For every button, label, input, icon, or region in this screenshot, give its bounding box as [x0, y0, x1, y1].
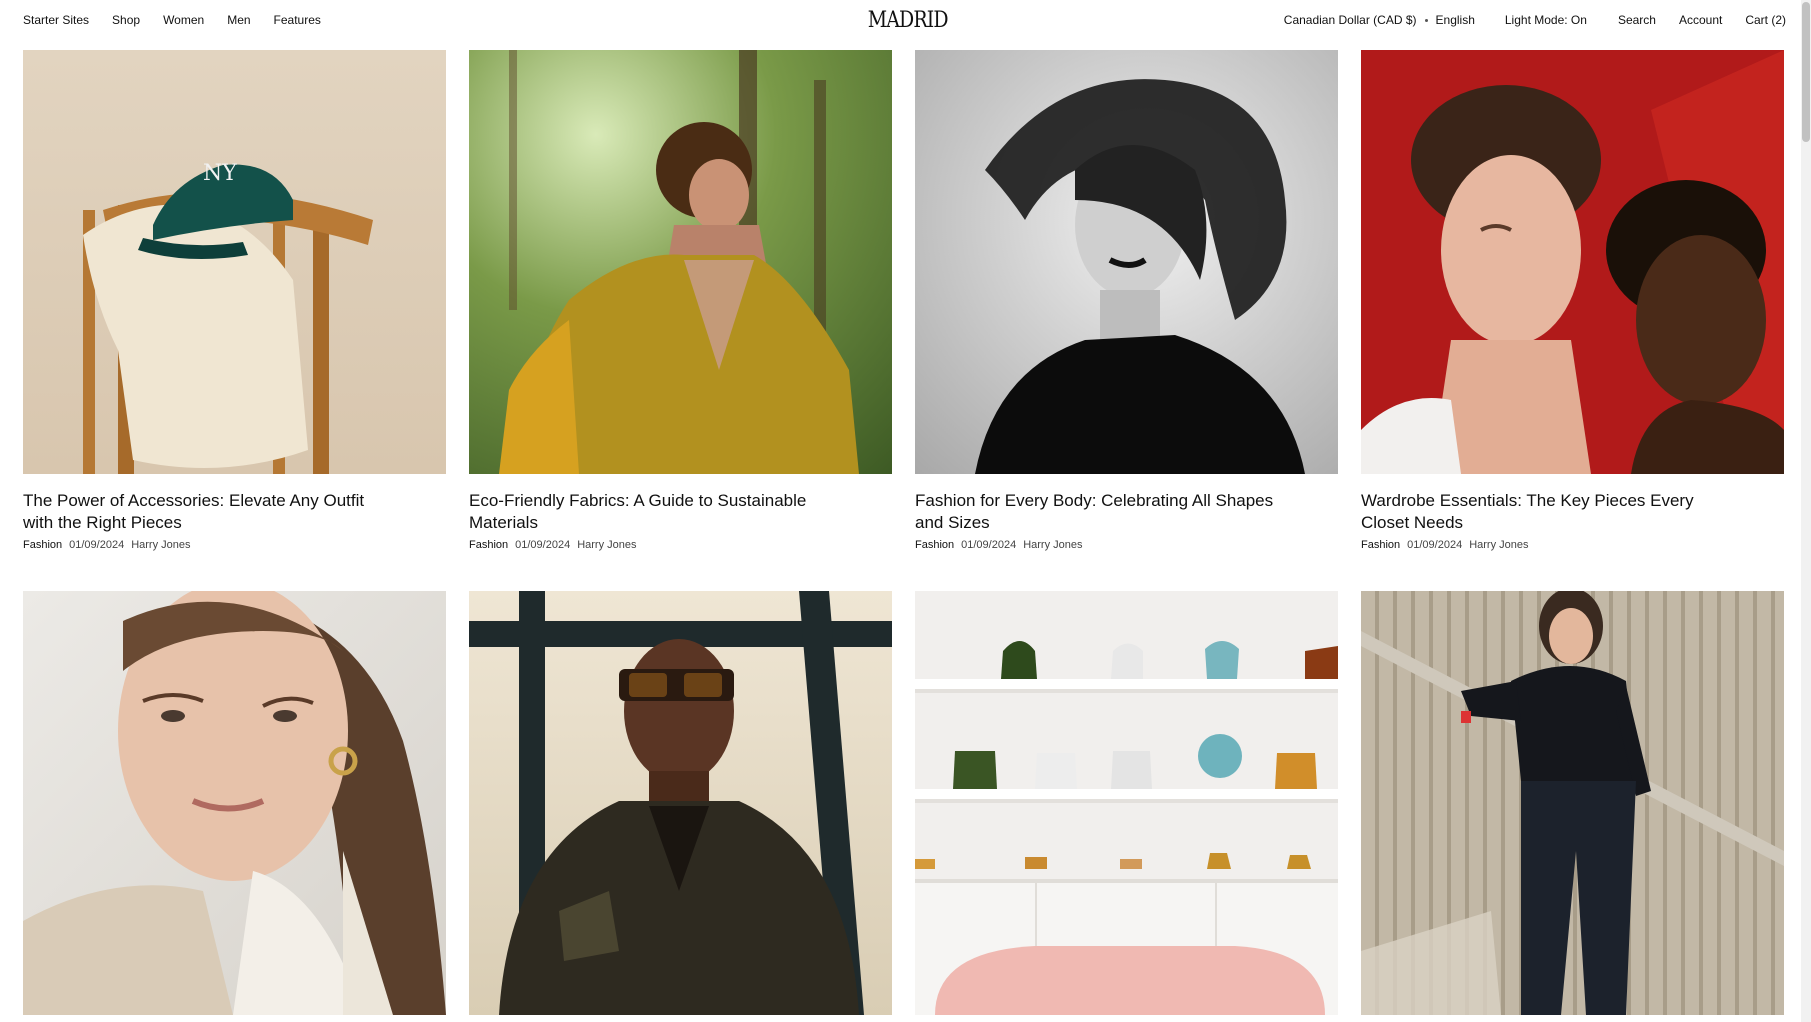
cart-link[interactable]: Cart (2) [1745, 13, 1786, 27]
light-mode-toggle[interactable]: Light Mode: On [1505, 13, 1587, 27]
post-author[interactable]: Harry Jones [577, 539, 636, 551]
cap-on-chair-illustration: NY [83, 161, 373, 474]
woman-on-stairs-illustration [1361, 591, 1784, 1015]
blog-card: Fashion for Every Body: Celebrating All … [915, 50, 1338, 551]
blog-card: Eco-Friendly Fabrics: A Guide to Sustain… [469, 50, 892, 551]
utility-nav: Canadian Dollar (CAD $) English Light Mo… [1284, 13, 1786, 27]
man-in-forest-photo[interactable] [469, 50, 892, 474]
man-in-forest-illustration [499, 50, 859, 474]
blog-card [469, 591, 892, 1015]
currency-selector[interactable]: Canadian Dollar (CAD $) [1284, 13, 1417, 27]
site-logo[interactable]: MADRID [868, 8, 949, 33]
post-meta: Fashion 01/09/2024 Harry Jones [469, 539, 892, 551]
man-leather-jacket-photo[interactable] [469, 591, 892, 1015]
two-men-illustration [1361, 50, 1784, 474]
two-men-red-background-photo[interactable] [1361, 50, 1784, 474]
primary-nav: Starter Sites Shop Women Men Features [23, 13, 321, 27]
post-category[interactable]: Fashion [1361, 539, 1400, 551]
post-title[interactable]: The Power of Accessories: Elevate Any Ou… [23, 490, 383, 534]
nav-starter-sites[interactable]: Starter Sites [23, 13, 89, 27]
post-author[interactable]: Harry Jones [1023, 539, 1082, 551]
post-date: 01/09/2024 [1407, 539, 1463, 551]
nav-men[interactable]: Men [227, 13, 250, 27]
woman-portrait-photo[interactable] [23, 591, 446, 1015]
black-white-hair-motion-photo[interactable] [915, 50, 1338, 474]
post-category[interactable]: Fashion [23, 539, 62, 551]
post-date: 01/09/2024 [961, 539, 1017, 551]
nav-women[interactable]: Women [163, 13, 204, 27]
post-date: 01/09/2024 [69, 539, 125, 551]
blog-grid: NY The Power of Accessories: Elevate Any… [23, 50, 1785, 1015]
cap-on-chair-photo[interactable]: NY [23, 50, 446, 474]
search-link[interactable]: Search [1618, 13, 1656, 27]
nav-features[interactable]: Features [274, 13, 321, 27]
post-author[interactable]: Harry Jones [1469, 539, 1528, 551]
post-category[interactable]: Fashion [469, 539, 508, 551]
nav-shop[interactable]: Shop [112, 13, 140, 27]
post-meta: Fashion 01/09/2024 Harry Jones [1361, 539, 1784, 551]
language-selector[interactable]: English [1436, 13, 1475, 27]
blog-card [915, 591, 1338, 1015]
man-leather-jacket-illustration [469, 591, 892, 1015]
post-date: 01/09/2024 [515, 539, 571, 551]
post-title[interactable]: Fashion for Every Body: Celebrating All … [915, 490, 1275, 534]
post-title[interactable]: Eco-Friendly Fabrics: A Guide to Sustain… [469, 490, 829, 534]
page-scrollbar[interactable] [1801, 0, 1811, 1022]
post-category[interactable]: Fashion [915, 539, 954, 551]
post-author[interactable]: Harry Jones [131, 539, 190, 551]
blog-card [23, 591, 446, 1015]
bags-on-shelves-photo[interactable] [915, 591, 1338, 1015]
blog-card [1361, 591, 1784, 1015]
account-link[interactable]: Account [1679, 13, 1722, 27]
svg-text:NY: NY [203, 161, 237, 186]
scrollbar-thumb[interactable] [1802, 2, 1810, 142]
hair-motion-illustration [975, 79, 1305, 474]
blog-card: NY The Power of Accessories: Elevate Any… [23, 50, 446, 551]
blog-card: Wardrobe Essentials: The Key Pieces Ever… [1361, 50, 1784, 551]
post-meta: Fashion 01/09/2024 Harry Jones [23, 539, 446, 551]
woman-portrait-illustration [23, 591, 446, 1015]
bags-on-shelves-illustration [915, 641, 1338, 1015]
post-meta: Fashion 01/09/2024 Harry Jones [915, 539, 1338, 551]
site-header: Starter Sites Shop Women Men Features MA… [0, 0, 1811, 44]
woman-on-stairs-photo[interactable] [1361, 591, 1784, 1015]
post-title[interactable]: Wardrobe Essentials: The Key Pieces Ever… [1361, 490, 1721, 534]
separator-dot-icon [1424, 18, 1428, 22]
